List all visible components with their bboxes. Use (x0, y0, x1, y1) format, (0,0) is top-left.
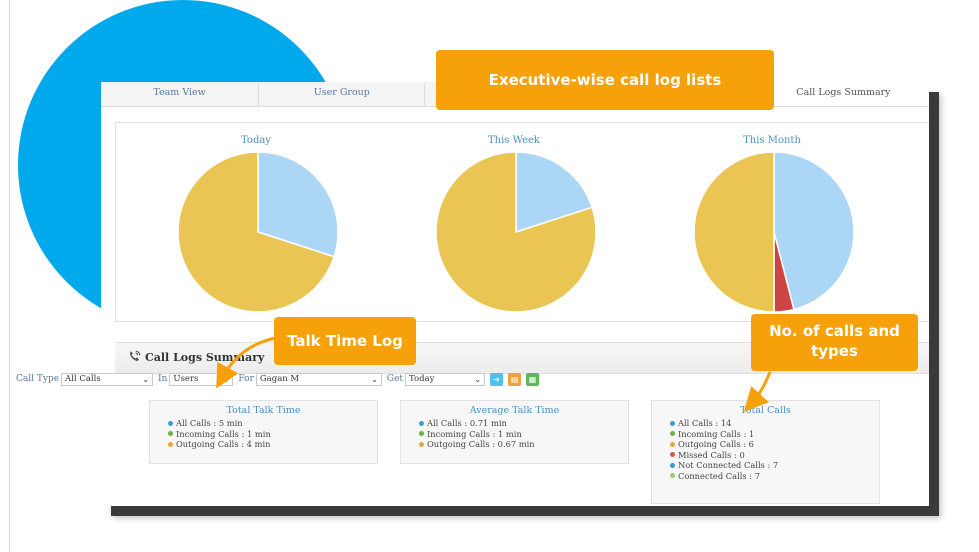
list-item: All Calls : 14 (652, 418, 879, 429)
in-select[interactable]: Users ⌄ (169, 372, 234, 386)
list-item: Incoming Calls : 1 min (150, 429, 377, 440)
stat-text: All Calls : 5 min (176, 418, 243, 428)
list-item: Outgoing Calls : 0.67 min (401, 439, 628, 450)
bullet-dot (419, 441, 424, 447)
get-label: Get (386, 374, 404, 384)
bullet-dot (670, 420, 675, 426)
total-calls-box: Total Calls All Calls : 14 Incoming Call… (651, 400, 880, 504)
for-label: For (238, 374, 254, 384)
list-item: Not Connected Calls : 7 (652, 460, 879, 471)
bullet-dot (419, 431, 424, 437)
average-talk-time-box: Average Talk Time All Calls : 0.71 min I… (400, 400, 629, 464)
bullet-dot (168, 420, 173, 426)
chart-title-this-week: This Week (488, 135, 540, 146)
list-item: Missed Calls : 0 (652, 450, 879, 461)
in-value: Users (173, 374, 199, 384)
tab-team-view[interactable]: Team View (101, 82, 260, 106)
list-item: All Calls : 5 min (150, 418, 377, 429)
stat-text: Incoming Calls : 1 min (176, 428, 271, 439)
call-type-select[interactable]: All Calls ⌄ (61, 372, 154, 386)
stat-text: Incoming Calls : 1 min (427, 428, 522, 439)
callout-talk-time: Talk Time Log (274, 317, 416, 365)
charts-panel: Today This Week This Month (115, 122, 929, 322)
in-label: In (158, 374, 168, 384)
list-item: Outgoing Calls : 4 min (150, 439, 377, 450)
summary-title: Call Logs Summary (145, 351, 265, 364)
spreadsheet-icon: ▦ (528, 374, 537, 384)
document-icon: ▤ (510, 374, 519, 384)
pie-slice-outgoing (693, 151, 775, 313)
stat-text: Missed Calls : 0 (678, 449, 745, 460)
list-item: Outgoing Calls : 6 (652, 439, 879, 450)
list-item: Incoming Calls : 1 min (401, 429, 628, 440)
stat-text: All Calls : 0.71 min (427, 418, 507, 428)
pie-chart-this-month (693, 151, 855, 313)
total-talk-time-box: Total Talk Time All Calls : 5 min Incomi… (149, 400, 378, 464)
bullet-dot (670, 431, 675, 437)
chart-title-this-month: This Month (743, 135, 801, 146)
filter-bar: Call Type All Calls ⌄ In Users ⌄ For Gagan… (16, 371, 544, 387)
pie-chart-this-week (435, 151, 597, 313)
page-edge-line (9, 0, 10, 552)
pie-chart-today (177, 151, 339, 313)
total-calls-title: Total Calls (740, 405, 791, 416)
list-item: Connected Calls : 7 (652, 471, 879, 482)
chart-title-today: Today (241, 135, 271, 146)
bullet-dot (670, 441, 675, 447)
phone-icon (129, 350, 141, 362)
go-button[interactable]: ➜ (490, 372, 504, 386)
tab-call-logs-summary[interactable]: Call Logs Summary (757, 82, 929, 106)
chevron-down-icon: ⌄ (371, 374, 378, 384)
callout-executive: Executive-wise call log lists (436, 50, 774, 110)
bullet-dot (670, 452, 675, 458)
call-type-value: All Calls (65, 374, 101, 384)
bullet-dot (168, 431, 173, 437)
list-item: Incoming Calls : 1 (652, 429, 879, 440)
export-csv-button[interactable]: ▤ (508, 372, 522, 386)
tab-user-group[interactable]: User Group (259, 82, 426, 106)
stat-text: Incoming Calls : 1 (678, 428, 755, 439)
arrow-right-icon: ➜ (493, 374, 500, 384)
stat-text: All Calls : 14 (678, 418, 732, 428)
chevron-down-icon: ⌄ (474, 374, 482, 384)
bullet-dot (670, 473, 675, 479)
average-talk-time-title: Average Talk Time (469, 405, 560, 416)
get-select[interactable]: Today ⌄ (405, 372, 486, 386)
chevron-down-icon: ⌄ (142, 374, 150, 384)
stat-text: Not Connected Calls : 7 (678, 460, 779, 470)
for-value: Gagan M (259, 374, 300, 384)
get-value: Today (409, 374, 435, 384)
total-talk-time-title: Total Talk Time (226, 405, 301, 416)
export-excel-button[interactable]: ▦ (526, 372, 540, 386)
stat-text: Connected Calls : 7 (678, 470, 760, 481)
callout-calls-types: No. of calls and types (751, 314, 918, 371)
call-type-label: Call Type (16, 374, 60, 384)
stat-text: Outgoing Calls : 0.67 min (427, 439, 535, 449)
bullet-dot (168, 441, 173, 447)
stat-text: Outgoing Calls : 6 (678, 439, 754, 449)
for-select[interactable]: Gagan M ⌄ (255, 372, 382, 386)
stat-text: Outgoing Calls : 4 min (176, 439, 271, 449)
list-item: All Calls : 0.71 min (401, 418, 628, 429)
bullet-dot (670, 462, 675, 468)
bullet-dot (419, 420, 424, 426)
chevron-down-icon: ⌄ (222, 374, 230, 384)
